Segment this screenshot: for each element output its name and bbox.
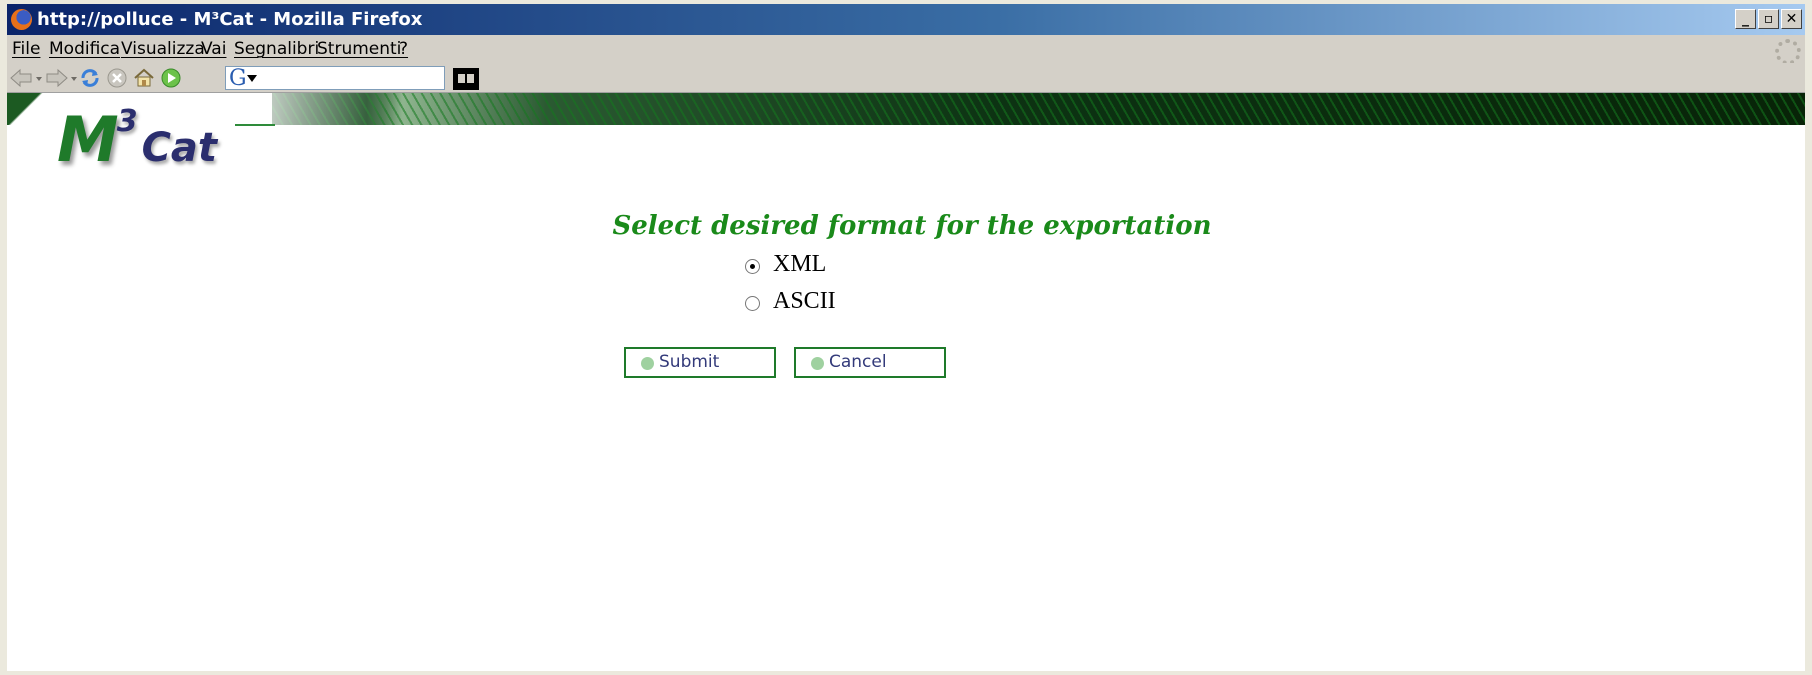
close-button[interactable]: ✕ [1781, 9, 1802, 29]
reload-icon[interactable] [79, 67, 101, 89]
submit-label: Submit [659, 352, 720, 372]
cancel-button[interactable]: Cancel [794, 347, 946, 378]
m3cat-logo: M3Cat [57, 103, 218, 176]
radio-ascii[interactable] [745, 296, 760, 311]
browser-window: http://polluce - M³Cat - Mozilla Firefox… [7, 4, 1805, 671]
throbber-icon [1775, 39, 1801, 65]
menu-segnalibri[interactable]: Segnalibri [234, 35, 319, 63]
menu-visualizza[interactable]: Visualizza [121, 35, 205, 63]
menu-strumenti[interactable]: Strumenti [317, 35, 401, 63]
bullet-icon [811, 357, 824, 370]
firefox-icon [11, 9, 32, 30]
menu-modifica[interactable]: Modifica [49, 35, 120, 63]
bullet-icon [641, 357, 654, 370]
radio-xml-label[interactable]: XML [773, 251, 826, 278]
logo-sup: 3 [116, 104, 138, 139]
search-engine-dropdown-icon[interactable] [247, 75, 257, 82]
cancel-label: Cancel [829, 352, 887, 372]
page-content: M3Cat Select desired format for the expo… [7, 93, 1805, 671]
logo-m: M [57, 103, 119, 176]
banner-fade [267, 93, 387, 125]
window-title: http://polluce - M³Cat - Mozilla Firefox [37, 9, 423, 30]
logo-underline [235, 124, 275, 126]
banner-corner [7, 93, 44, 125]
forward-icon[interactable] [43, 67, 83, 89]
menu-file[interactable]: File [12, 35, 40, 63]
search-go-button[interactable] [453, 68, 479, 90]
go-icon[interactable] [160, 67, 182, 89]
radio-xml[interactable] [745, 259, 760, 274]
logo-cat: Cat [141, 125, 218, 171]
menu-bar: File Modifica Visualizza Vai Segnalibri … [7, 35, 1805, 65]
radio-ascii-label[interactable]: ASCII [773, 288, 836, 315]
google-icon[interactable]: G [229, 66, 247, 91]
title-bar: http://polluce - M³Cat - Mozilla Firefox… [7, 4, 1805, 35]
home-icon[interactable] [133, 67, 155, 89]
minimize-button[interactable]: _ [1735, 9, 1756, 29]
menu-help[interactable]: ? [399, 35, 408, 63]
search-input[interactable]: G [225, 66, 445, 91]
export-heading: Select desired format for the exportatio… [612, 211, 1212, 241]
navigation-toolbar: G [7, 63, 1805, 93]
stop-icon[interactable] [106, 67, 128, 89]
restore-button[interactable]: ▫ [1758, 9, 1779, 29]
menu-vai[interactable]: Vai [201, 35, 226, 63]
submit-button[interactable]: Submit [624, 347, 776, 378]
